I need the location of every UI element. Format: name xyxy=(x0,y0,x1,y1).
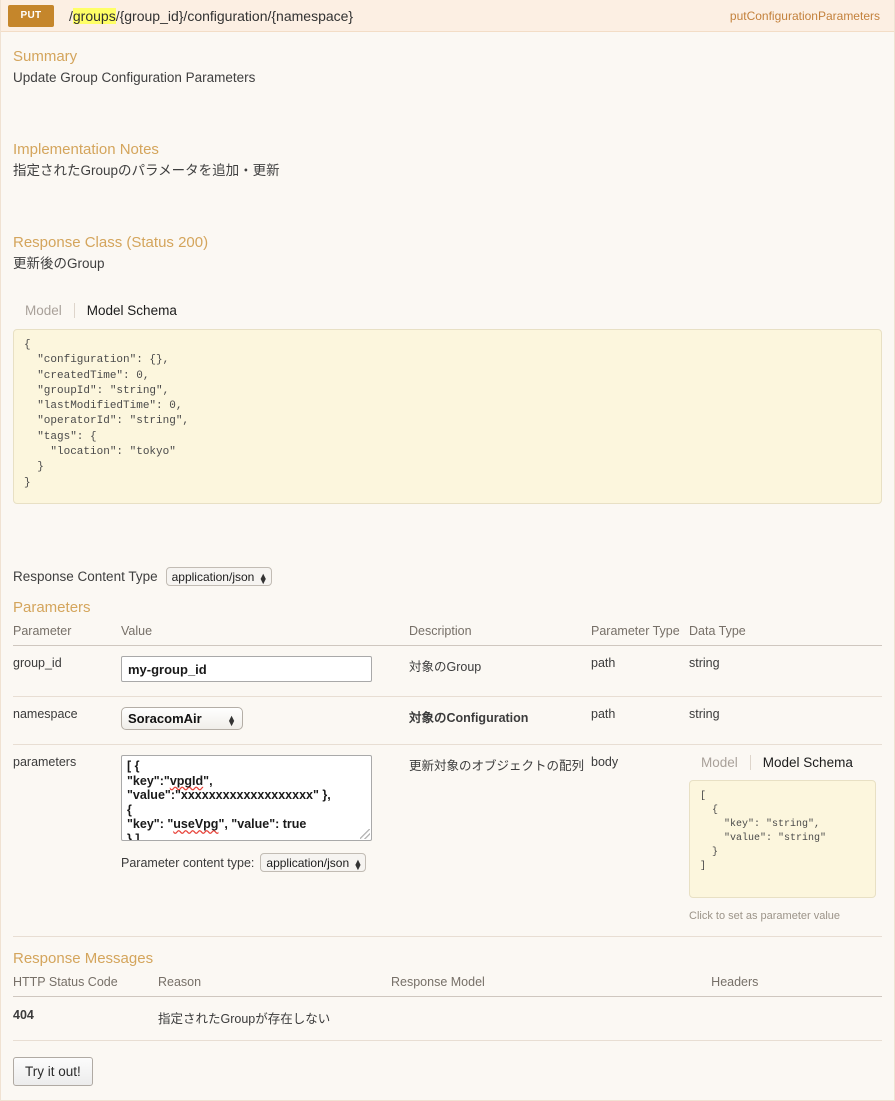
table-row: group_id 対象のGroup path string xyxy=(13,645,882,697)
parameter-content-type-row: Parameter content type: application/json… xyxy=(121,853,403,872)
implementation-notes-heading: Implementation Notes xyxy=(13,141,159,158)
summary-text: Update Group Configuration Parameters xyxy=(13,70,256,85)
param-type-parameters: body xyxy=(591,744,689,937)
tab-model-schema[interactable]: Model Schema xyxy=(749,755,865,770)
col-header-value: Value xyxy=(121,620,409,646)
tab-model-schema[interactable]: Model Schema xyxy=(73,303,189,318)
parameter-content-type-select-wrap[interactable]: application/json ▲ ▼ xyxy=(260,853,367,872)
response-model-schema-code: { "configuration": {}, "createdTime": 0,… xyxy=(13,329,882,504)
operation-path: /groups/{group_id}/configuration/{namesp… xyxy=(69,7,354,24)
col-header-reason: Reason xyxy=(158,971,391,997)
path-rest: /{group_id}/configuration/{namespace} xyxy=(115,7,354,24)
param-name-namespace: namespace xyxy=(13,696,121,745)
response-reason: 指定されたGroupが存在しない xyxy=(158,996,391,1041)
api-operation-panel: PUT /groups/{group_id}/configuration/{na… xyxy=(0,0,895,1101)
param-value-cell-parameters: [ { "key":"vpgId", "value":"xxxxxxxxxxxx… xyxy=(121,744,409,937)
param-name-group-id: group_id xyxy=(13,645,121,697)
parameter-content-type-select[interactable]: application/json xyxy=(260,853,367,872)
parameter-content-type-label: Parameter content type: xyxy=(121,855,255,870)
response-content-type-label: Response Content Type xyxy=(13,569,158,584)
col-header-parameter: Parameter xyxy=(13,620,121,646)
param-name-parameters: parameters xyxy=(13,744,121,937)
group-id-input[interactable] xyxy=(121,656,372,682)
namespace-select-wrap[interactable]: SoracomAir ▲ ▼ xyxy=(121,707,243,730)
col-header-http-status-code: HTTP Status Code xyxy=(13,971,158,997)
spellcheck-usevpg: useVpg xyxy=(173,817,219,831)
param-value-cell-namespace: SoracomAir ▲ ▼ xyxy=(121,696,409,745)
param-data-type-namespace: string xyxy=(689,696,882,745)
table-row: parameters [ { "key":"vpgId", "value":"x… xyxy=(13,744,882,937)
http-method-badge: PUT xyxy=(8,4,54,27)
response-class-heading: Response Class (Status 200) xyxy=(13,234,209,251)
path-highlight: groups xyxy=(72,7,116,24)
parameters-heading: Parameters xyxy=(13,599,91,616)
namespace-select[interactable]: SoracomAir xyxy=(121,707,243,730)
parameters-textarea[interactable]: [ { "key":"vpgId", "value":"xxxxxxxxxxxx… xyxy=(121,755,372,841)
response-content-type-row: Response Content Type application/json ▲… xyxy=(13,567,882,586)
model-schema-hint: Click to set as parameter value xyxy=(689,910,841,922)
col-header-headers: Headers xyxy=(711,971,882,997)
parameters-table-header-row: Parameter Value Description Parameter Ty… xyxy=(13,620,882,646)
implementation-notes-text: 指定されたGroupのパラメータを追加・更新 xyxy=(13,163,280,178)
operation-content: Summary Update Group Configuration Param… xyxy=(1,48,894,1100)
param-value-cell-group-id xyxy=(121,645,409,697)
response-messages-table: HTTP Status Code Reason Response Model H… xyxy=(13,971,882,1041)
col-header-description: Description xyxy=(409,620,591,646)
param-model-signature: Model Model Schema [ { "key": "string", … xyxy=(689,744,882,937)
response-content-type-select-wrap[interactable]: application/json ▲ ▼ xyxy=(165,567,272,586)
summary-heading: Summary xyxy=(13,48,78,65)
submit-row: Try it out! xyxy=(13,1057,882,1090)
param-type-namespace: path xyxy=(591,696,689,745)
response-messages-heading: Response Messages xyxy=(13,950,154,967)
table-row: namespace SoracomAir ▲ ▼ 対象のConfiguration… xyxy=(13,696,882,745)
tab-model[interactable]: Model xyxy=(13,303,74,318)
response-schema-tabs[interactable]: Model Model Schema xyxy=(13,303,882,318)
response-headers-cell xyxy=(711,996,882,1041)
response-model-cell xyxy=(391,996,712,1041)
parameters-table: Parameter Value Description Parameter Ty… xyxy=(13,620,882,937)
response-content-type-select[interactable]: application/json xyxy=(165,567,272,586)
col-header-data-type: Data Type xyxy=(689,620,882,646)
param-data-type-group-id: string xyxy=(689,645,882,697)
param-type-group-id: path xyxy=(591,645,689,697)
param-description-namespace: 対象のConfiguration xyxy=(409,696,591,745)
response-messages-header-row: HTTP Status Code Reason Response Model H… xyxy=(13,971,882,997)
param-description-group-id: 対象のGroup xyxy=(409,645,591,697)
tab-model[interactable]: Model xyxy=(689,755,750,770)
operation-nickname: putConfigurationParameters xyxy=(729,8,880,23)
col-header-response-model: Response Model xyxy=(391,971,712,997)
body-model-schema-code[interactable]: [ { "key": "string", "value": "string" }… xyxy=(689,780,876,898)
try-it-out-button[interactable]: Try it out! xyxy=(13,1057,93,1086)
table-row: 404 指定されたGroupが存在しない xyxy=(13,996,882,1041)
operation-heading[interactable]: PUT /groups/{group_id}/configuration/{na… xyxy=(1,0,894,32)
parameters-textarea-line1: [ { "key":" xyxy=(127,759,170,788)
response-class-text: 更新後のGroup xyxy=(13,256,105,271)
spellcheck-vpgid: vpgId xyxy=(169,773,204,788)
col-header-parameter-type: Parameter Type xyxy=(591,620,689,646)
body-schema-tabs[interactable]: Model Model Schema xyxy=(689,755,876,770)
response-status-code: 404 xyxy=(13,996,158,1041)
param-description-parameters: 更新対象のオブジェクトの配列 xyxy=(409,744,591,937)
